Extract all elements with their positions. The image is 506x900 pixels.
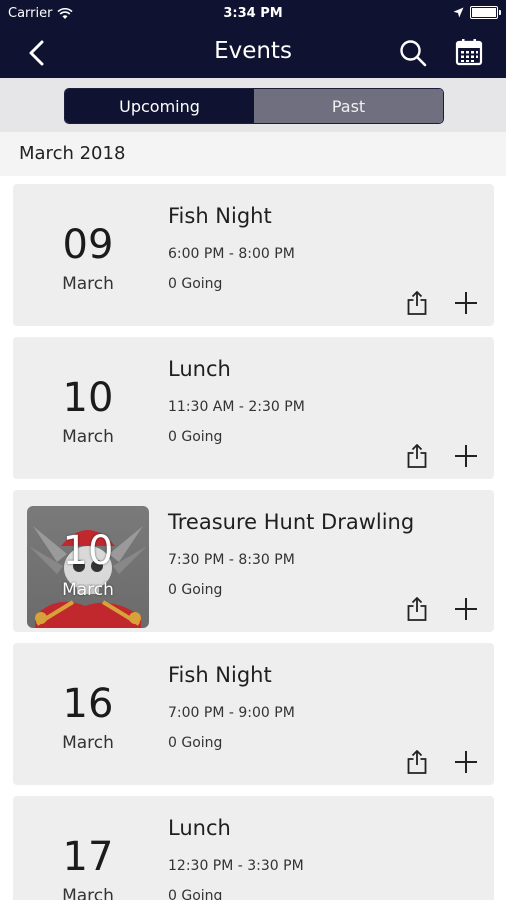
event-day: 09 [62,222,114,268]
event-day: 17 [62,834,114,880]
event-title: Treasure Hunt Drawling [168,510,415,534]
navigation-bar: Events [0,28,506,78]
event-title: Fish Night [168,663,272,687]
event-month: March [62,580,114,600]
tab-past[interactable]: Past [254,89,443,123]
event-day: 16 [62,681,114,727]
event-month: March [62,427,114,447]
share-icon[interactable] [406,596,428,622]
segment-bar: Upcoming Past [0,78,506,132]
event-day: 10 [62,375,114,421]
status-time: 3:34 PM [223,6,283,21]
event-image-date: 10 March [27,506,149,628]
event-month: March [62,733,114,753]
event-month: March [62,274,114,294]
calendar-icon[interactable] [454,37,484,67]
event-time: 7:30 PM - 8:30 PM [168,552,295,568]
event-going-count: 0 Going [168,429,223,445]
event-going-count: 0 Going [168,276,223,292]
event-date: 10 March [27,353,149,475]
events-segmented-control: Upcoming Past [64,88,444,124]
share-icon[interactable] [406,290,428,316]
event-card[interactable]: 16 March Fish Night 7:00 PM - 9:00 PM 0 … [13,643,494,785]
event-going-count: 0 Going [168,582,223,598]
event-title: Lunch [168,816,231,840]
add-icon[interactable] [453,290,479,316]
event-time: 12:30 PM - 3:30 PM [168,858,304,874]
add-icon[interactable] [453,749,479,775]
event-time: 6:00 PM - 8:00 PM [168,246,295,262]
event-title: Fish Night [168,204,272,228]
add-icon[interactable] [453,596,479,622]
event-card[interactable]: 17 March Lunch 12:30 PM - 3:30 PM 0 Goin… [13,796,494,900]
month-section-header: March 2018 [0,132,506,176]
page-title: Events [214,38,292,64]
search-icon[interactable] [398,38,428,68]
event-date: 09 March [27,200,149,322]
share-icon[interactable] [406,443,428,469]
event-title: Lunch [168,357,231,381]
event-month: March [62,886,114,900]
event-card[interactable]: 10 March Treasure Hunt Drawling 7:30 PM … [13,490,494,632]
tab-upcoming[interactable]: Upcoming [65,89,254,123]
event-list: 09 March Fish Night 6:00 PM - 8:00 PM 0 … [0,176,506,900]
event-date: 16 March [27,659,149,781]
event-date: 17 March [27,812,149,900]
month-label: March 2018 [19,143,126,164]
event-card[interactable]: 10 March Lunch 11:30 AM - 2:30 PM 0 Goin… [13,337,494,479]
location-arrow-icon [453,7,464,18]
event-going-count: 0 Going [168,888,223,900]
status-bar: Carrier 3:34 PM [0,0,506,28]
share-icon[interactable] [406,749,428,775]
event-time: 11:30 AM - 2:30 PM [168,399,305,415]
event-day: 10 [62,528,114,574]
event-going-count: 0 Going [168,735,223,751]
event-time: 7:00 PM - 9:00 PM [168,705,295,721]
battery-icon [470,6,501,19]
add-icon[interactable] [453,443,479,469]
event-card[interactable]: 09 March Fish Night 6:00 PM - 8:00 PM 0 … [13,184,494,326]
